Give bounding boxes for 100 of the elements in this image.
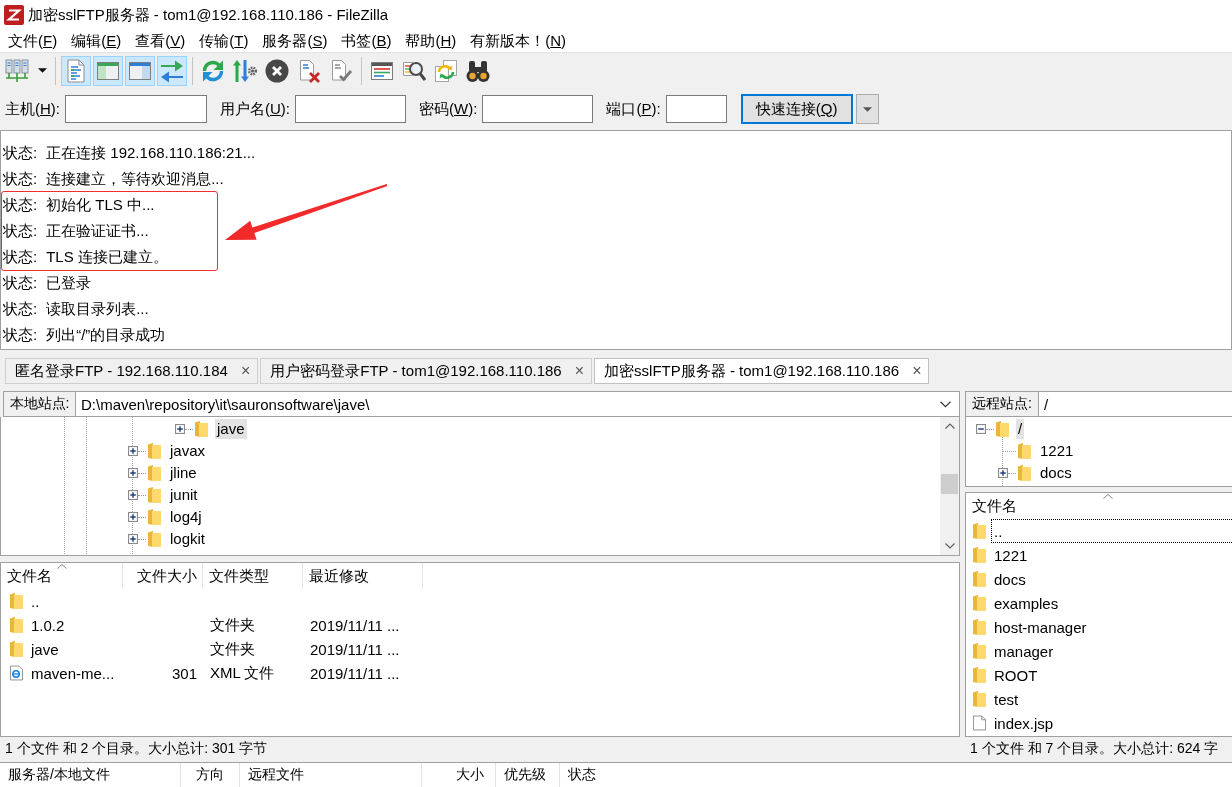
column-header[interactable]: 文件类型 xyxy=(203,563,303,589)
input-field[interactable] xyxy=(482,95,594,123)
log-message: 已登录 xyxy=(46,273,92,293)
plus-box-icon[interactable] xyxy=(128,512,138,522)
plus-box-icon[interactable] xyxy=(128,468,138,478)
tab[interactable]: 用户密码登录FTP - tom1@192.168.110.186 × xyxy=(260,358,593,384)
folder-name[interactable]: docs xyxy=(1038,463,1074,483)
column-header[interactable]: 服务器/本地文件 xyxy=(0,763,181,787)
file-type: 文件夹 xyxy=(210,639,255,659)
file-name[interactable]: 1221 xyxy=(994,546,1028,564)
tab[interactable]: 匿名登录FTP - 192.168.110.184 × xyxy=(5,358,259,384)
log-message: TLS 连接已建立。 xyxy=(46,247,168,267)
file-name[interactable]: maven-me... xyxy=(31,664,115,682)
status-text: 1 个文件 和 7 个目录。大小总计: 624 字 xyxy=(969,738,1220,758)
menu-item[interactable]: 文件(F) xyxy=(1,31,65,51)
site-label: 本地站点: xyxy=(3,391,76,417)
minus-box-icon[interactable] xyxy=(976,424,986,434)
field-label: 主机(H): xyxy=(5,99,60,119)
input-field[interactable] xyxy=(665,95,727,123)
path-field[interactable]: / xyxy=(1039,391,1232,417)
path-combobox[interactable]: D:\maven\repository\it\sauronsoftware\jave\ xyxy=(76,391,960,417)
binoculars-icon xyxy=(466,58,490,83)
column-header[interactable]: 状态 xyxy=(560,763,1232,787)
folder-name[interactable]: / xyxy=(1016,419,1025,439)
file-name[interactable]: examples xyxy=(994,594,1059,612)
close-tab-button[interactable]: × xyxy=(910,362,924,380)
plus-box-icon[interactable] xyxy=(128,446,138,456)
chevron-up-icon[interactable] xyxy=(944,423,955,429)
dropdown-button[interactable] xyxy=(855,94,879,124)
tab[interactable]: 加密sslFTP服务器 - tom1@192.168.110.186 × xyxy=(594,358,930,384)
document-x-icon xyxy=(297,58,321,83)
file-name[interactable]: test xyxy=(994,690,1019,708)
folder-name[interactable]: jline xyxy=(168,463,199,483)
log-message: 正在验证证书... xyxy=(46,221,149,241)
log-message: 正在连接 192.168.110.186:21... xyxy=(46,143,256,163)
sort-caret-icon xyxy=(1103,494,1113,499)
quickconnect-button[interactable]: 快速连接(Q) xyxy=(740,94,853,124)
folder-icon xyxy=(10,617,23,633)
chevron-down-icon[interactable] xyxy=(944,543,955,549)
menu-item[interactable]: 书签(B) xyxy=(334,31,399,51)
folder-name[interactable]: javax xyxy=(168,441,208,461)
file-name[interactable]: index.jsp xyxy=(994,714,1054,732)
documents-sync-icon xyxy=(434,58,458,83)
folder-name[interactable]: logkit xyxy=(168,529,208,549)
close-tab-button[interactable]: × xyxy=(238,362,253,380)
log-message: 初始化 TLS 中... xyxy=(46,195,155,215)
log-label: 状态: xyxy=(3,325,38,345)
column-header[interactable]: 文件名 xyxy=(1,563,123,589)
plus-box-icon[interactable] xyxy=(128,534,138,544)
folder-name[interactable]: 1221 xyxy=(1038,441,1076,461)
column-header[interactable]: 远程文件 xyxy=(240,763,422,787)
column-header[interactable]: 优先级 xyxy=(496,763,560,787)
file-name[interactable]: jave xyxy=(31,640,59,658)
vertical-scrollbar[interactable] xyxy=(940,417,959,555)
menu-item[interactable]: 编辑(E) xyxy=(64,31,129,51)
log-message: 连接建立，等待欢迎消息... xyxy=(46,169,224,189)
close-tab-button[interactable]: × xyxy=(572,362,587,380)
menu-item[interactable]: 有新版本！(N) xyxy=(463,31,574,51)
log-label: 状态: xyxy=(3,221,38,241)
plus-box-icon[interactable] xyxy=(128,490,138,500)
folder-name[interactable]: log4j xyxy=(168,507,204,527)
menu-item[interactable]: 传输(T) xyxy=(192,31,256,51)
file-name[interactable]: .. xyxy=(31,592,40,610)
folder-icon xyxy=(973,691,986,707)
log-label: 状态: xyxy=(3,247,38,267)
folder-icon xyxy=(1018,443,1031,459)
plus-box-icon[interactable] xyxy=(175,424,185,434)
folder-icon xyxy=(973,547,986,563)
menu-item[interactable]: 查看(V) xyxy=(128,31,193,51)
file-modified: 2019/11/11 ... xyxy=(310,664,400,682)
file-name[interactable]: host-manager xyxy=(994,618,1087,636)
column-header[interactable]: 文件大小 xyxy=(123,563,203,589)
file-name[interactable]: .. xyxy=(994,522,1003,540)
file-name[interactable]: docs xyxy=(994,570,1026,588)
folder-name[interactable]: junit xyxy=(168,485,200,505)
file-name[interactable]: manager xyxy=(994,642,1054,660)
document-icon xyxy=(973,715,986,731)
column-header[interactable]: 方向 xyxy=(181,763,240,787)
log-message: 列出“/”的目录成功 xyxy=(46,325,166,345)
arrows-gear-icon xyxy=(233,58,257,83)
column-header[interactable]: 大小 xyxy=(422,763,496,787)
menu-item[interactable]: 服务器(S) xyxy=(255,31,335,51)
file-name[interactable]: 1.0.2 xyxy=(31,616,65,634)
input-field[interactable] xyxy=(65,95,207,123)
plus-box-icon[interactable] xyxy=(998,468,1008,478)
column-header[interactable]: 文件名 xyxy=(966,493,1232,519)
refresh-icon xyxy=(201,58,225,83)
file-modified: 2019/11/11 ... xyxy=(310,616,400,634)
input-field[interactable] xyxy=(295,95,407,123)
folder-icon xyxy=(10,593,23,609)
menu-item[interactable]: 帮助(H) xyxy=(398,31,464,51)
document-check-icon xyxy=(329,58,353,83)
file-name[interactable]: ROOT xyxy=(994,666,1038,684)
caret-down-icon xyxy=(37,68,47,73)
file-modified: 2019/11/11 ... xyxy=(310,640,400,658)
document-lines-icon xyxy=(64,58,88,83)
folder-name[interactable]: jave xyxy=(215,419,247,439)
column-header[interactable]: 最近修改 xyxy=(303,563,423,589)
scrollbar-thumb[interactable] xyxy=(941,474,958,494)
field-label: 用户名(U): xyxy=(220,99,291,119)
